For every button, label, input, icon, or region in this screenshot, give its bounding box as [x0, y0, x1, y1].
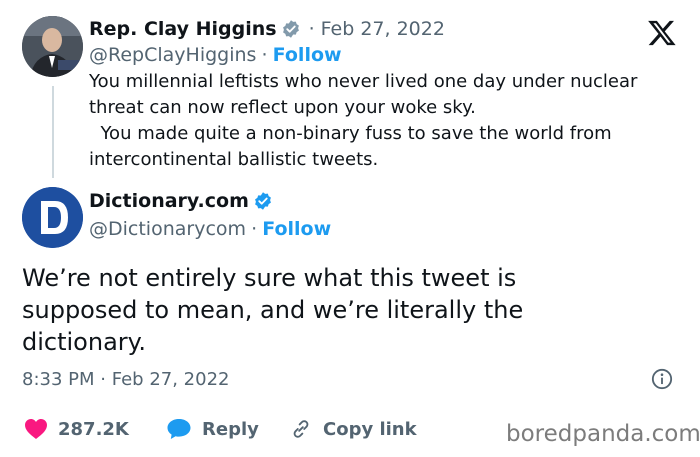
heart-icon — [25, 419, 47, 439]
quoted-author-name[interactable]: Rep. Clay Higgins — [89, 18, 277, 40]
main-tweet-text: We’re not entirely sure what this tweet … — [22, 264, 524, 356]
speech-bubble-icon — [167, 419, 191, 439]
tweet-date: Feb 27, 2022 — [111, 369, 230, 390]
tweet-timestamp[interactable]: 8:33 PM · Feb 27, 2022 — [22, 369, 229, 390]
main-author-name[interactable]: Dictionary.com — [89, 190, 249, 212]
separator-dot: · — [251, 218, 258, 240]
verified-badge-icon — [282, 20, 299, 38]
info-icon[interactable] — [651, 368, 673, 390]
quoted-tweet-text: You millennial leftists who never lived … — [89, 71, 638, 170]
follow-clay-higgins-button[interactable]: Follow — [273, 44, 342, 66]
link-icon — [293, 420, 309, 438]
quoted-tweet-header: Rep. Clay Higgins · Feb 27, 2022 — [89, 18, 445, 40]
avatar-clay-higgins[interactable] — [22, 16, 83, 77]
main-author-handle[interactable]: @Dictionarycom — [89, 218, 246, 240]
tweet-time: 8:33 PM — [22, 369, 95, 390]
like-count: 287.2K — [58, 418, 129, 440]
quoted-author-handle[interactable]: @RepClayHiggins — [89, 44, 256, 66]
watermark-text: boredpanda.com — [506, 421, 700, 447]
separator-dot: · — [308, 18, 315, 40]
quoted-tweet-date[interactable]: Feb 27, 2022 — [321, 18, 445, 40]
copy-link-button[interactable]: Copy link — [289, 418, 417, 440]
avatar-dictionary[interactable] — [22, 187, 83, 248]
reply-button[interactable]: Reply — [166, 418, 259, 440]
like-button[interactable]: 287.2K — [24, 418, 129, 440]
follow-dictionary-button[interactable]: Follow — [262, 218, 331, 240]
x-logo-icon[interactable] — [646, 18, 678, 48]
person-avatar-icon — [22, 16, 83, 77]
copy-link-label: Copy link — [323, 418, 417, 440]
verified-badge-icon — [254, 192, 271, 210]
main-handle-row: @Dictionarycom · Follow — [89, 218, 331, 240]
separator-dot: · — [261, 44, 268, 66]
thread-connector-line — [52, 86, 54, 178]
separator-dot: · — [100, 369, 106, 390]
dictionary-logo-icon — [22, 187, 83, 248]
reply-label: Reply — [202, 418, 259, 440]
main-tweet-header: Dictionary.com — [89, 190, 273, 212]
quoted-handle-row: @RepClayHiggins · Follow — [89, 44, 342, 66]
